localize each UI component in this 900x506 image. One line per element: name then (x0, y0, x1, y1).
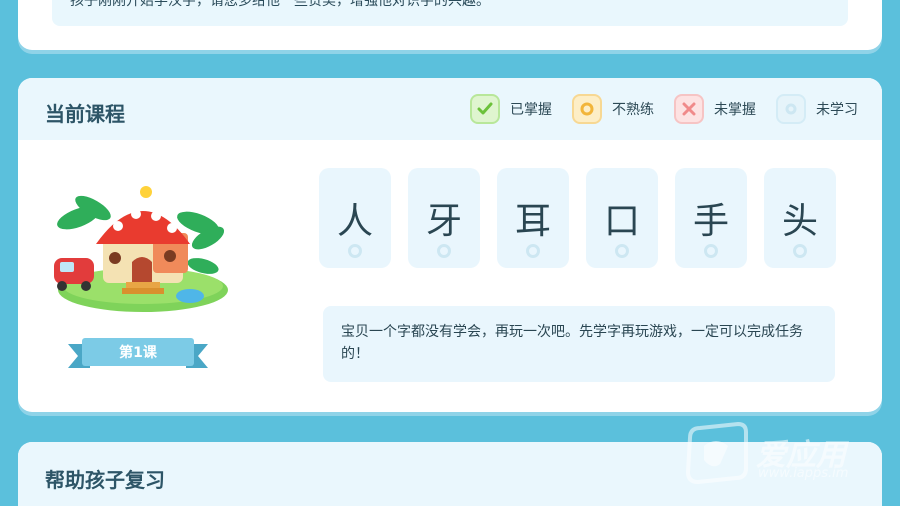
status-circle-icon (793, 244, 807, 258)
legend-unfamiliar: 不熟练 (572, 94, 654, 124)
character-text: 口 (603, 201, 640, 242)
status-circle-icon (348, 244, 362, 258)
status-circle-icon (526, 244, 540, 258)
mastery-legend: 已掌握 不熟练 未掌握 未学习 (470, 94, 858, 124)
character-card[interactable]: 人 (319, 168, 391, 268)
lesson-house-illustration[interactable] (48, 178, 228, 318)
parent-tip-card: 孩子刚刚开始学汉字，请您多给他一些赞美，增强他对识字的兴趣。 (18, 0, 882, 50)
watermark: 爱应用 www.iapps.im (680, 420, 880, 490)
character-text: 牙 (425, 201, 462, 242)
current-lesson-card: 当前课程 已掌握 不熟练 未掌握 未学习 第1课 人 牙 耳 口 手 头 宝贝一… (18, 78, 882, 412)
legend-unfamiliar-label: 不熟练 (612, 102, 654, 118)
character-text: 头 (781, 201, 818, 242)
character-card[interactable]: 头 (764, 168, 836, 268)
status-circle-icon (704, 244, 718, 258)
legend-not-learned-label: 未学习 (816, 102, 858, 118)
legend-not-mastered-label: 未掌握 (714, 102, 756, 118)
lesson-card-title: 当前课程 (45, 102, 125, 126)
legend-not-mastered: 未掌握 (674, 94, 756, 124)
watermark-logo-icon (685, 421, 748, 485)
cross-icon (674, 94, 704, 124)
review-card-title: 帮助孩子复习 (45, 468, 165, 492)
character-list: 人 牙 耳 口 手 头 (319, 168, 836, 268)
character-text: 耳 (514, 201, 551, 242)
ring-icon (572, 94, 602, 124)
watermark-url: www.iapps.im (758, 466, 849, 481)
circle-icon (776, 94, 806, 124)
lesson-number-ribbon[interactable]: 第1课 (68, 338, 208, 372)
character-card[interactable]: 手 (675, 168, 747, 268)
feedback-message: 宝贝一个字都没有学会，再玩一次吧。先学字再玩游戏，一定可以完成任务的！ (323, 306, 835, 382)
status-circle-icon (615, 244, 629, 258)
character-card[interactable]: 口 (586, 168, 658, 268)
character-text: 人 (336, 201, 373, 242)
character-card[interactable]: 牙 (408, 168, 480, 268)
character-text: 手 (692, 201, 729, 242)
status-circle-icon (437, 244, 451, 258)
lesson-card-header: 当前课程 已掌握 不熟练 未掌握 未学习 (18, 78, 882, 140)
check-icon (470, 94, 500, 124)
legend-mastered-label: 已掌握 (510, 102, 552, 118)
parent-tip-text: 孩子刚刚开始学汉字，请您多给他一些赞美，增强他对识字的兴趣。 (52, 0, 848, 26)
legend-not-learned: 未学习 (776, 94, 858, 124)
lesson-number-label: 第1课 (119, 345, 157, 361)
legend-mastered: 已掌握 (470, 94, 552, 124)
character-card[interactable]: 耳 (497, 168, 569, 268)
